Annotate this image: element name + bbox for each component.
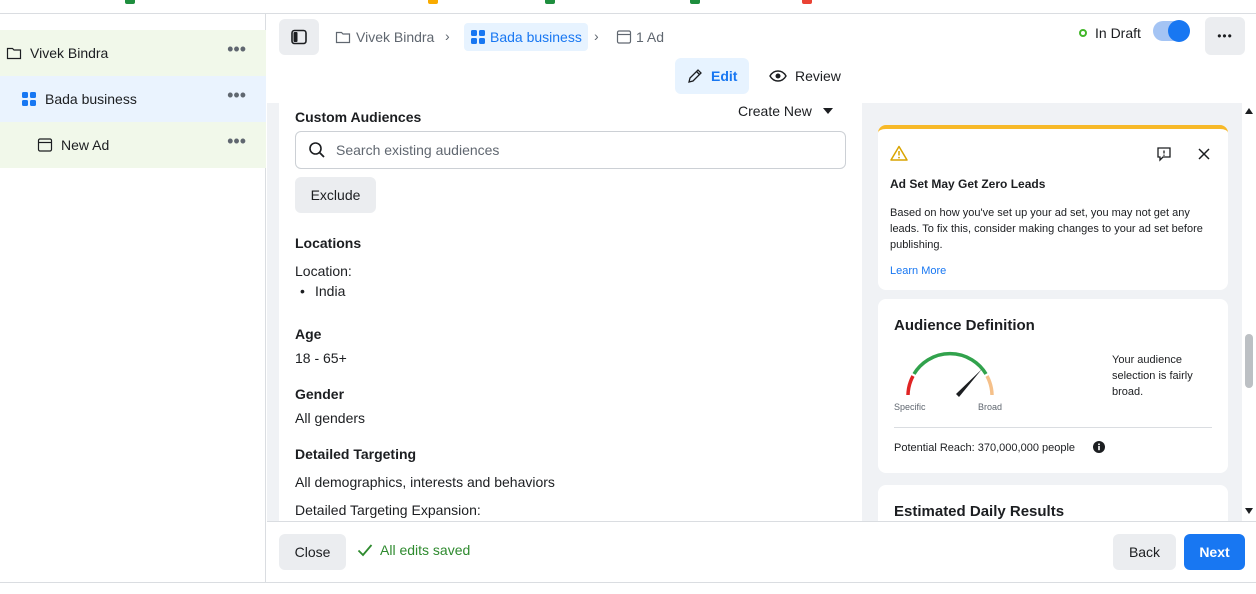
audience-form: Custom Audiences Create New Search exist…	[279, 103, 862, 521]
location-bullet: •	[300, 283, 305, 299]
custom-audiences-label: Custom Audiences	[295, 109, 422, 125]
toggle-knob	[1168, 20, 1190, 42]
exclude-button[interactable]: Exclude	[295, 177, 376, 213]
audience-divider	[894, 427, 1212, 428]
eye-icon	[769, 70, 787, 82]
close-icon[interactable]	[1197, 147, 1211, 161]
save-status-label: All edits saved	[380, 542, 471, 558]
sidebar-toggle-button[interactable]	[279, 19, 319, 55]
chevron-right-icon: ›	[594, 28, 599, 44]
age-value: 18 - 65+	[295, 350, 347, 366]
checkmark-icon	[357, 544, 373, 557]
tab-label: Review	[795, 68, 841, 84]
estimated-results-card: Estimated Daily Results	[878, 485, 1228, 521]
campaign-tree-panel: Vivek Bindra ••• Bada business ••• New A…	[0, 14, 266, 582]
editor-footer: Close All edits saved Back Next	[267, 521, 1256, 582]
search-placeholder: Search existing audiences	[336, 142, 500, 158]
gauge-icon	[906, 351, 994, 397]
scroll-down-icon[interactable]	[1245, 508, 1253, 514]
gauge-specific-label: Specific	[894, 402, 926, 412]
status-dot-icon	[1079, 29, 1087, 37]
scroll-thumb[interactable]	[1245, 334, 1253, 388]
breadcrumb-label: 1 Ad	[636, 29, 665, 45]
warning-icon	[890, 145, 908, 161]
gender-label: Gender	[295, 386, 345, 402]
close-button[interactable]: Close	[279, 534, 346, 570]
editor-content: Custom Audiences Create New Search exist…	[267, 103, 1256, 521]
potential-reach: Potential Reach: 370,000,000 people	[894, 442, 1076, 454]
save-status: All edits saved	[357, 542, 470, 558]
tab-edit[interactable]: Edit	[675, 58, 750, 94]
folder-icon	[6, 47, 22, 60]
warning-title: Ad Set May Get Zero Leads	[890, 177, 1046, 191]
age-label: Age	[295, 326, 322, 342]
audience-definition-card: Audience Definition Specific Broad Your …	[878, 299, 1228, 473]
ad-icon	[616, 30, 632, 44]
tree-item-label: Vivek Bindra	[30, 45, 109, 61]
report-icon[interactable]	[1156, 146, 1172, 162]
warning-body: Based on how you've set up your ad set, …	[890, 207, 1203, 251]
back-button[interactable]: Back	[1113, 534, 1176, 570]
draft-status: In Draft	[1079, 23, 1141, 43]
breadcrumb-ad[interactable]: 1 Ad	[616, 23, 664, 51]
exclude-label: Exclude	[310, 187, 361, 203]
caret-down-icon	[822, 108, 833, 114]
folder-icon	[335, 31, 351, 44]
chevron-right-icon: ›	[445, 28, 450, 44]
bottom-edge	[0, 582, 1256, 594]
next-label: Next	[1199, 544, 1230, 560]
close-label: Close	[294, 544, 331, 560]
ad-icon	[37, 138, 53, 152]
locations-label: Locations	[295, 235, 362, 251]
browser-bookmarks-strip	[0, 0, 1256, 14]
tree-item-label: New Ad	[61, 137, 110, 153]
editor-header: Vivek Bindra › Bada business › 1 Ad In D…	[267, 14, 1256, 103]
back-label: Back	[1128, 544, 1161, 560]
tree-item-label: Bada business	[45, 91, 137, 107]
more-options-icon[interactable]: •••	[227, 40, 246, 58]
more-options-icon: •••	[1217, 29, 1233, 43]
targeting-expansion-label: Detailed Targeting Expansion:	[295, 502, 481, 518]
search-icon	[309, 142, 325, 158]
learn-more-link[interactable]: Learn More	[890, 265, 946, 277]
gauge-broad-label: Broad	[978, 402, 1003, 412]
grid-icon	[471, 30, 485, 44]
tree-item-campaign[interactable]: Vivek Bindra •••	[0, 30, 266, 76]
estimated-title: Estimated Daily Results	[894, 503, 1065, 520]
breadcrumb-adset[interactable]: Bada business	[464, 23, 588, 51]
right-scrollbar[interactable]	[1242, 103, 1256, 521]
pencil-icon	[688, 69, 702, 83]
more-options-icon[interactable]: •••	[227, 132, 246, 150]
create-new-dropdown[interactable]: Create New	[738, 103, 834, 119]
detailed-targeting-value: All demographics, interests and behavior…	[295, 474, 555, 490]
create-new-label: Create New	[738, 103, 812, 119]
tab-review[interactable]: Review	[757, 58, 853, 94]
more-options-button[interactable]: •••	[1205, 17, 1245, 55]
scroll-up-icon[interactable]	[1245, 108, 1253, 114]
breadcrumb-campaign[interactable]: Vivek Bindra	[334, 23, 434, 51]
publish-toggle[interactable]	[1153, 20, 1190, 42]
breadcrumb-label: Bada business	[490, 29, 582, 45]
audience-title: Audience Definition	[894, 317, 1035, 334]
tree-item-ad[interactable]: New Ad •••	[0, 122, 266, 168]
more-options-icon[interactable]: •••	[227, 86, 246, 104]
status-label: In Draft	[1095, 25, 1141, 41]
detailed-targeting-label: Detailed Targeting	[295, 446, 417, 462]
tree-item-adset[interactable]: Bada business •••	[0, 76, 266, 122]
location-value: India	[315, 283, 346, 299]
info-icon[interactable]	[1093, 441, 1105, 453]
zero-leads-warning-card: Ad Set May Get Zero Leads Based on how y…	[878, 125, 1228, 290]
audience-description: Your audience selection is fairly broad.	[1112, 354, 1193, 398]
grid-icon	[22, 92, 36, 106]
audience-search-input[interactable]: Search existing audiences	[295, 131, 846, 169]
sidebar-icon	[291, 29, 307, 45]
location-caption: Location:	[295, 263, 352, 279]
tab-label: Edit	[711, 68, 738, 84]
gender-value: All genders	[295, 410, 366, 426]
next-button[interactable]: Next	[1184, 534, 1245, 570]
breadcrumb-label: Vivek Bindra	[356, 29, 435, 45]
